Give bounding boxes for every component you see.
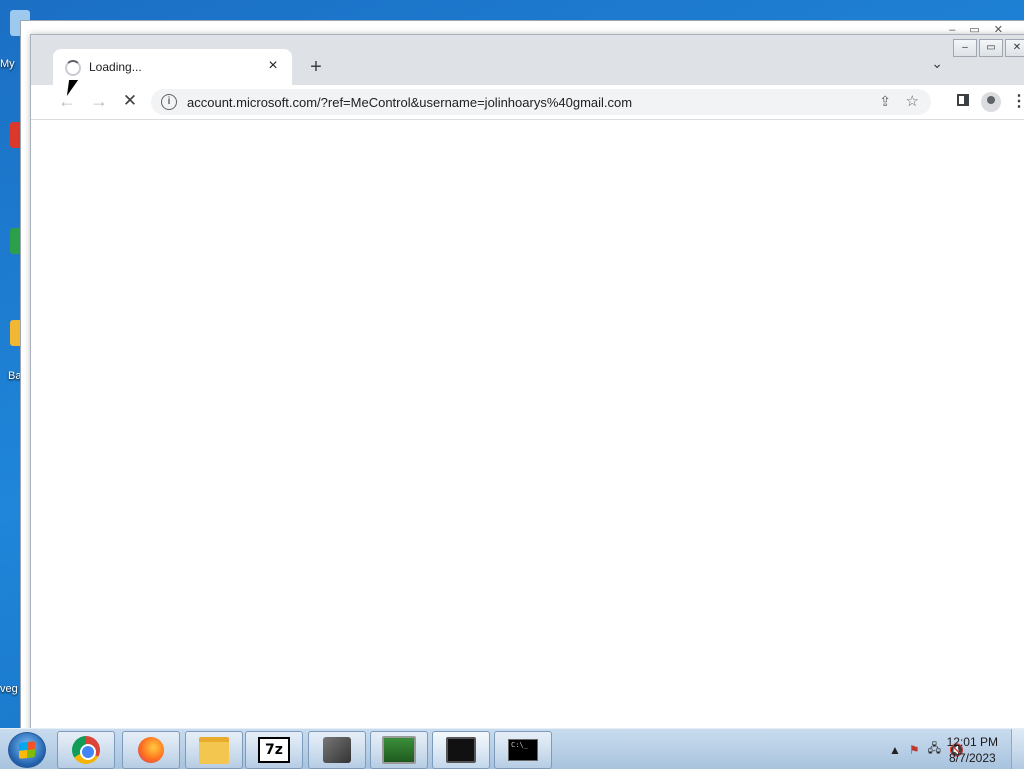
- windows-logo-icon: [19, 741, 35, 759]
- tab-close-icon[interactable]: ×: [264, 57, 282, 75]
- taskbar-command-prompt[interactable]: C:\_: [494, 731, 552, 769]
- maximize-button[interactable]: ▭: [979, 39, 1003, 57]
- side-panel-icon[interactable]: [957, 94, 969, 106]
- share-icon[interactable]: ⇪: [879, 93, 891, 110]
- chrome-icon: [72, 736, 100, 764]
- network-monitor-icon: [382, 736, 416, 764]
- close-window-button[interactable]: ✕: [1005, 39, 1024, 57]
- browser-window: Loading... × + ⌄ – ▭ ✕ ← → ✕ i account.m…: [30, 34, 1024, 732]
- command-prompt-icon: C:\_: [508, 739, 538, 761]
- 7zip-icon: 7z: [258, 737, 290, 763]
- clock-date: 8/7/2023: [948, 751, 996, 765]
- window-controls: – ▭ ✕: [953, 39, 1024, 57]
- taskbar-app[interactable]: [308, 731, 366, 769]
- tab-title: Loading...: [89, 60, 142, 74]
- desktop-icon-label: My: [0, 58, 15, 70]
- forward-button[interactable]: →: [87, 91, 111, 112]
- desktop-icon-label: veg: [0, 683, 18, 695]
- site-info-icon[interactable]: i: [161, 94, 177, 110]
- taskbar-7zip[interactable]: 7z: [245, 731, 303, 769]
- taskbar-network-monitor[interactable]: [370, 731, 428, 769]
- taskbar-video-player[interactable]: [432, 731, 490, 769]
- minimize-button[interactable]: –: [953, 39, 977, 57]
- tab-strip: Loading... × + ⌄ – ▭ ✕: [31, 35, 1024, 85]
- show-hidden-icons-chevron-icon[interactable]: ▲: [889, 743, 901, 757]
- taskbar-firefox[interactable]: [122, 731, 180, 769]
- film-icon: [446, 737, 476, 763]
- network-icon[interactable]: 🖧: [928, 739, 941, 760]
- folder-icon: [199, 736, 229, 764]
- loading-spinner-icon: [65, 60, 81, 76]
- bookmark-star-icon[interactable]: ☆: [906, 92, 919, 110]
- browser-toolbar: ← → ✕ i account.microsoft.com/?ref=MeCon…: [31, 85, 1024, 120]
- firefox-icon: [138, 737, 164, 763]
- browser-menu-icon[interactable]: ⋮: [1011, 91, 1024, 111]
- action-center-flag-icon[interactable]: ⚑: [909, 743, 920, 757]
- app-box-icon: [323, 737, 351, 763]
- taskbar: 7z C:\_ ▲ ⚑ 🖧 🔇 12:01 PM 8/7/2023: [0, 728, 1024, 769]
- page-content-area[interactable]: [31, 120, 1024, 731]
- taskbar-chrome[interactable]: [57, 731, 115, 769]
- address-bar-url[interactable]: account.microsoft.com/?ref=MeControl&use…: [187, 95, 632, 110]
- clock-time: 12:01 PM: [946, 735, 998, 749]
- tab-loading[interactable]: Loading... ×: [53, 49, 292, 85]
- address-bar[interactable]: i account.microsoft.com/?ref=MeControl&u…: [151, 89, 931, 115]
- system-clock[interactable]: 12:01 PM 8/7/2023: [947, 734, 998, 766]
- tab-search-chevron-icon[interactable]: ⌄: [931, 55, 943, 72]
- new-tab-button[interactable]: +: [304, 54, 328, 80]
- taskbar-file-explorer[interactable]: [185, 731, 243, 769]
- start-button[interactable]: [8, 732, 46, 768]
- stop-loading-button[interactable]: ✕: [118, 91, 142, 111]
- show-desktop-button[interactable]: [1011, 729, 1024, 769]
- profile-avatar-icon[interactable]: [981, 92, 1001, 112]
